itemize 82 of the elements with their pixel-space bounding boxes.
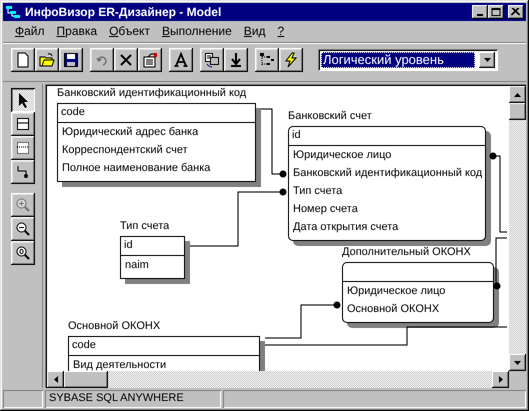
scroll-thumb[interactable]: [64, 371, 108, 388]
menu-item[interactable]: Правка: [50, 22, 104, 41]
relationship-line: [494, 238, 508, 290]
minimize-icon: [477, 14, 483, 16]
attribute: Дата открытия счета: [293, 221, 398, 233]
key-attribute: id: [124, 239, 133, 251]
entity-title: Тип счета: [120, 220, 170, 234]
key-attribute: code: [61, 106, 85, 118]
toolbar-button[interactable]: [224, 48, 248, 72]
minimize-button[interactable]: [472, 5, 488, 19]
toolbar-button[interactable]: [59, 48, 83, 72]
new-file-icon: [15, 52, 31, 68]
down-arrow-icon: [514, 360, 521, 364]
maximize-icon: [491, 8, 501, 16]
toolbar-button[interactable]: [11, 48, 35, 72]
letter-icon: [173, 52, 189, 68]
attribute: Номер счета: [293, 203, 358, 215]
attribute: Тип счета: [293, 185, 342, 197]
tool-button[interactable]: [11, 88, 35, 112]
level-dropdown[interactable]: Логический уровень: [318, 49, 498, 71]
key-attribute: code: [72, 339, 96, 351]
window-title: ИнфоВизор ER-Дизайнер - Model: [25, 4, 222, 20]
caret-icon: [484, 58, 490, 62]
attribute: Юридический адрес банка: [62, 126, 198, 138]
folder-icon: [39, 52, 55, 68]
menu-item[interactable]: Вид: [238, 22, 272, 41]
scroll-right-button[interactable]: [492, 371, 509, 388]
toolbar-button[interactable]: [169, 48, 193, 72]
table-icon: [15, 116, 31, 132]
close-button[interactable]: [508, 5, 524, 19]
scroll-thumb[interactable]: [509, 103, 526, 120]
magnifier-icon: [15, 245, 31, 261]
windows-icon: [204, 52, 220, 68]
entity-title: Банковский идентификационный код: [57, 87, 246, 100]
zoom-in-icon: [15, 197, 31, 213]
attribute: Основной ОКОНХ: [347, 303, 440, 315]
dashed-table-icon: [15, 140, 31, 156]
tool-button[interactable]: [11, 136, 35, 160]
close-icon: [511, 8, 521, 16]
cross-icon: [118, 52, 134, 68]
key-attribute: id: [292, 129, 301, 141]
scroll-down-button[interactable]: [509, 354, 526, 371]
maximize-button[interactable]: [488, 5, 504, 19]
entity-title: Дополнительный ОКОНХ: [342, 246, 471, 260]
menu-item[interactable]: ?: [272, 22, 290, 41]
tree-icon: [259, 52, 275, 68]
menu-item[interactable]: Объект: [103, 22, 156, 41]
connector-icon: [15, 164, 31, 180]
document-icon: [142, 52, 158, 68]
toolbar-button[interactable]: [200, 48, 224, 72]
attribute: Банковский идентификационный код: [293, 167, 482, 179]
attribute: naim: [125, 259, 149, 271]
attribute: Корреспондентский счет: [62, 144, 188, 156]
zoom-out-icon: [15, 221, 31, 237]
relationship-line: [260, 108, 286, 178]
up-arrow-icon: [514, 92, 521, 96]
menu-item[interactable]: Выполнение: [156, 22, 238, 41]
attribute: Юридическое лицо: [347, 285, 446, 297]
tool-button[interactable]: [11, 217, 35, 241]
status-pane: [3, 390, 43, 408]
lightning-icon: [283, 52, 299, 68]
menu-item[interactable]: Файл: [9, 22, 51, 41]
app-icon: [5, 4, 21, 20]
entity-title: Основной ОКОНХ: [68, 320, 160, 334]
tool-button[interactable]: [11, 112, 35, 136]
entity-title: Банковский счет: [288, 110, 372, 124]
attribute: Вид деятельности: [73, 359, 166, 371]
toolbar-button[interactable]: [138, 48, 162, 72]
toolbar-button[interactable]: [114, 48, 138, 72]
toolbar-button[interactable]: [35, 48, 59, 72]
status-text: SYBASE SQL ANYWHERE: [49, 392, 184, 404]
right-arrow-icon: [498, 376, 502, 383]
toolbar-button[interactable]: [279, 48, 303, 72]
scroll-left-button[interactable]: [47, 371, 64, 388]
scroll-up-button[interactable]: [509, 86, 526, 103]
down-arrow-icon: [228, 52, 244, 68]
attribute: Полное наименование банка: [62, 162, 210, 174]
attribute: Юридическое лицо: [293, 149, 392, 161]
tool-button[interactable]: [11, 241, 35, 265]
toolbar-button[interactable]: [255, 48, 279, 72]
left-arrow-icon: [54, 376, 58, 383]
tool-button[interactable]: [11, 160, 35, 184]
